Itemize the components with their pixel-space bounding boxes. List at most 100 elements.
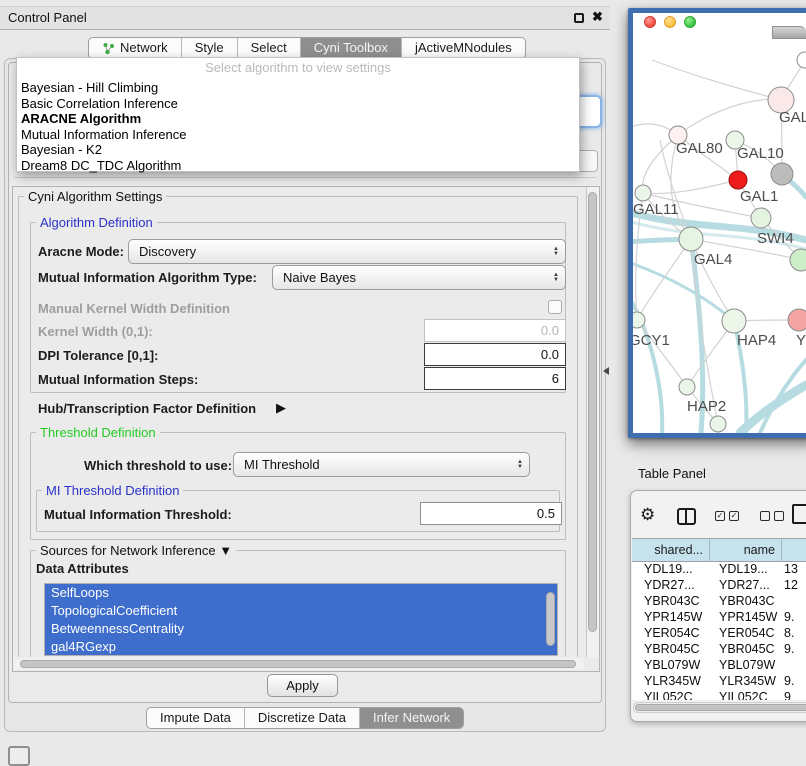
algorithm-option-bayesian-k2[interactable]: Bayesian - K2 [17, 142, 579, 158]
algorithm-option-aracne-algorithm[interactable]: ARACNE Algorithm [17, 111, 579, 127]
select-all-checkboxes-icon[interactable]: ✓ ✓ [715, 511, 739, 521]
algorithm-dropdown-placeholder: Select algorithm to view settings [17, 58, 579, 80]
table-cell: YBR045C [632, 642, 710, 658]
node-gal1[interactable] [729, 171, 747, 189]
sources-title-text: Sources for Network Inference [40, 543, 216, 558]
table-row[interactable]: YBR043CYBR043C [632, 594, 806, 610]
algorithm-option-mutual-information-inference[interactable]: Mutual Information Inference [17, 127, 579, 143]
tab-label: Style [195, 38, 224, 58]
dpi-tolerance-input[interactable]: 0.0 [424, 343, 566, 366]
control-panel-tab-bar: Network Style SelectCyni ToolboxjActiveMNo… [88, 37, 526, 59]
table-cell [782, 594, 806, 610]
tab-impute-data[interactable]: Impute Data [147, 708, 244, 728]
settings-vertical-scrollbar-thumb[interactable] [588, 192, 597, 632]
table-horizontal-scrollbar-thumb[interactable] [635, 704, 806, 711]
clear-all-checkboxes-icon[interactable] [760, 511, 784, 521]
apply-button[interactable]: Apply [267, 674, 338, 697]
node-hap4[interactable] [722, 309, 746, 333]
table-cell: YPR145W [710, 610, 782, 626]
aracne-mode-select[interactable]: Discovery ▲▼ [128, 239, 566, 264]
kernel-width-input[interactable]: 0.0 [424, 319, 566, 342]
node-unlabeled[interactable] [797, 52, 806, 68]
aracne-mode-label: Aracne Mode: [38, 243, 124, 261]
algorithm-option-dream8-dc-tdc-algorithm[interactable]: Dream8 DC_TDC Algorithm [17, 158, 579, 174]
mi-steps-input[interactable]: 6 [424, 367, 566, 390]
table-cell: YBL079W [710, 658, 782, 674]
tab-style[interactable]: Style [181, 38, 237, 58]
attribute-item-gal4rgexp[interactable]: gal4RGexp [45, 638, 557, 656]
column-header-name[interactable]: name [710, 538, 782, 562]
table-cell: YBR043C [710, 594, 782, 610]
node-gal11[interactable] [635, 185, 651, 201]
table-cell: YPR145W [632, 610, 710, 626]
algorithm-dropdown-popup: Select algorithm to view settings Bayesi… [16, 57, 580, 172]
table-cell: YER054C [632, 626, 710, 642]
network-view-window[interactable]: GALGAL80GAL10GAL1GAL11SWI4GAL4GCY1HAP4YH… [628, 8, 806, 438]
algorithm-option-basic-correlation-inference[interactable]: Basic Correlation Inference [17, 96, 579, 112]
table-cell: YDL19... [632, 562, 710, 578]
table-row[interactable]: YDL19...YDL19...13 [632, 562, 806, 578]
table-row[interactable]: YIL052CYIL052C9 [632, 690, 806, 700]
network-canvas[interactable]: GALGAL80GAL10GAL1GAL11SWI4GAL4GCY1HAP4YH… [633, 13, 806, 433]
control-panel-header [0, 6, 610, 30]
node-unlabeled[interactable] [710, 416, 726, 432]
table-row[interactable]: YDR27...YDR27...12 [632, 578, 806, 594]
tab-jactivemnodules[interactable]: jActiveMNodules [401, 38, 525, 58]
window-minimize-icon[interactable] [664, 16, 676, 28]
document-icon[interactable] [792, 504, 806, 524]
restore-panel-icon[interactable] [8, 746, 30, 766]
attribute-item-selfloops[interactable]: SelfLoops [45, 584, 557, 602]
column-layout-icon[interactable] [677, 508, 696, 525]
mi-algorithm-type-value: Naive Bayes [273, 270, 547, 285]
algorithm-definition-title: Algorithm Definition [36, 215, 157, 230]
table-rows: YDL19...YDL19...13YDR27...YDR27...12YBR0… [632, 562, 806, 700]
panel-splitter-arrow[interactable] [603, 367, 609, 375]
table-row[interactable]: YPR145WYPR145W9. [632, 610, 806, 626]
mi-threshold-group-title: MI Threshold Definition [42, 483, 183, 498]
attributes-list-scrollbar[interactable] [546, 592, 555, 646]
node-unlabeled[interactable] [771, 163, 793, 185]
manual-kernel-width-checkbox[interactable] [548, 300, 562, 314]
node-swi4[interactable] [751, 208, 771, 228]
tab-select[interactable]: Select [237, 38, 300, 58]
column-header-a[interactable]: A [782, 538, 806, 562]
tab-cyni-toolbox[interactable]: Cyni Toolbox [300, 38, 401, 58]
table-row[interactable]: YBL079WYBL079W [632, 658, 806, 674]
table-cell: YBR043C [632, 594, 710, 610]
which-threshold-select[interactable]: MI Threshold ▲▼ [233, 452, 530, 477]
table-cell: 9 [782, 690, 806, 700]
collapse-down-icon[interactable]: ▼ [219, 543, 232, 558]
node-gcy1[interactable] [633, 312, 645, 328]
gear-icon[interactable]: ⚙ [640, 506, 655, 523]
table-cell: 12 [782, 578, 806, 594]
mi-threshold-input[interactable]: 0.5 [420, 502, 562, 525]
attribute-item-betweennesscentrality[interactable]: BetweennessCentrality [45, 620, 557, 638]
window-close-icon[interactable] [644, 16, 656, 28]
tab-discretize-data[interactable]: Discretize Data [244, 708, 359, 728]
table-row[interactable]: YER054CYER054C8. [632, 626, 806, 642]
window-zoom-icon[interactable] [684, 16, 696, 28]
algorithm-option-list: Bayesian - Hill ClimbingBasic Correlatio… [17, 80, 579, 173]
sources-group-title[interactable]: Sources for Network Inference ▼ [36, 543, 236, 558]
table-row[interactable]: YBR045CYBR045C9. [632, 642, 806, 658]
tab-infer-network[interactable]: Infer Network [359, 708, 463, 728]
node-unlabeled[interactable] [790, 249, 806, 271]
hub-definition-label[interactable]: Hub/Transcription Factor Definition [38, 400, 256, 418]
tab-network[interactable]: Network [89, 38, 181, 58]
node-gal4[interactable] [679, 227, 703, 251]
expand-right-icon[interactable]: ▶ [276, 400, 286, 416]
settings-horizontal-scrollbar-thumb[interactable] [20, 660, 576, 668]
close-panel-icon[interactable]: ✖ [592, 9, 603, 25]
data-attributes-list[interactable]: SelfLoopsTopologicalCoefficientBetweenne… [44, 583, 558, 656]
table-row[interactable]: YLR345WYLR345W9. [632, 674, 806, 690]
node-y[interactable] [788, 309, 806, 331]
mi-algorithm-type-select[interactable]: Naive Bayes ▲▼ [272, 265, 566, 290]
unchecked-box-icon [774, 511, 784, 521]
tab-label: Network [120, 38, 168, 58]
algorithm-option-bayesian-hill-climbing[interactable]: Bayesian - Hill Climbing [17, 80, 579, 96]
column-header-shared[interactable]: shared... [632, 538, 710, 562]
attribute-item-topologicalcoefficient[interactable]: TopologicalCoefficient [45, 602, 557, 620]
float-window-icon[interactable] [574, 13, 584, 23]
node-hap2[interactable] [679, 379, 695, 395]
node-label-gal11: GAL11 [633, 201, 679, 218]
